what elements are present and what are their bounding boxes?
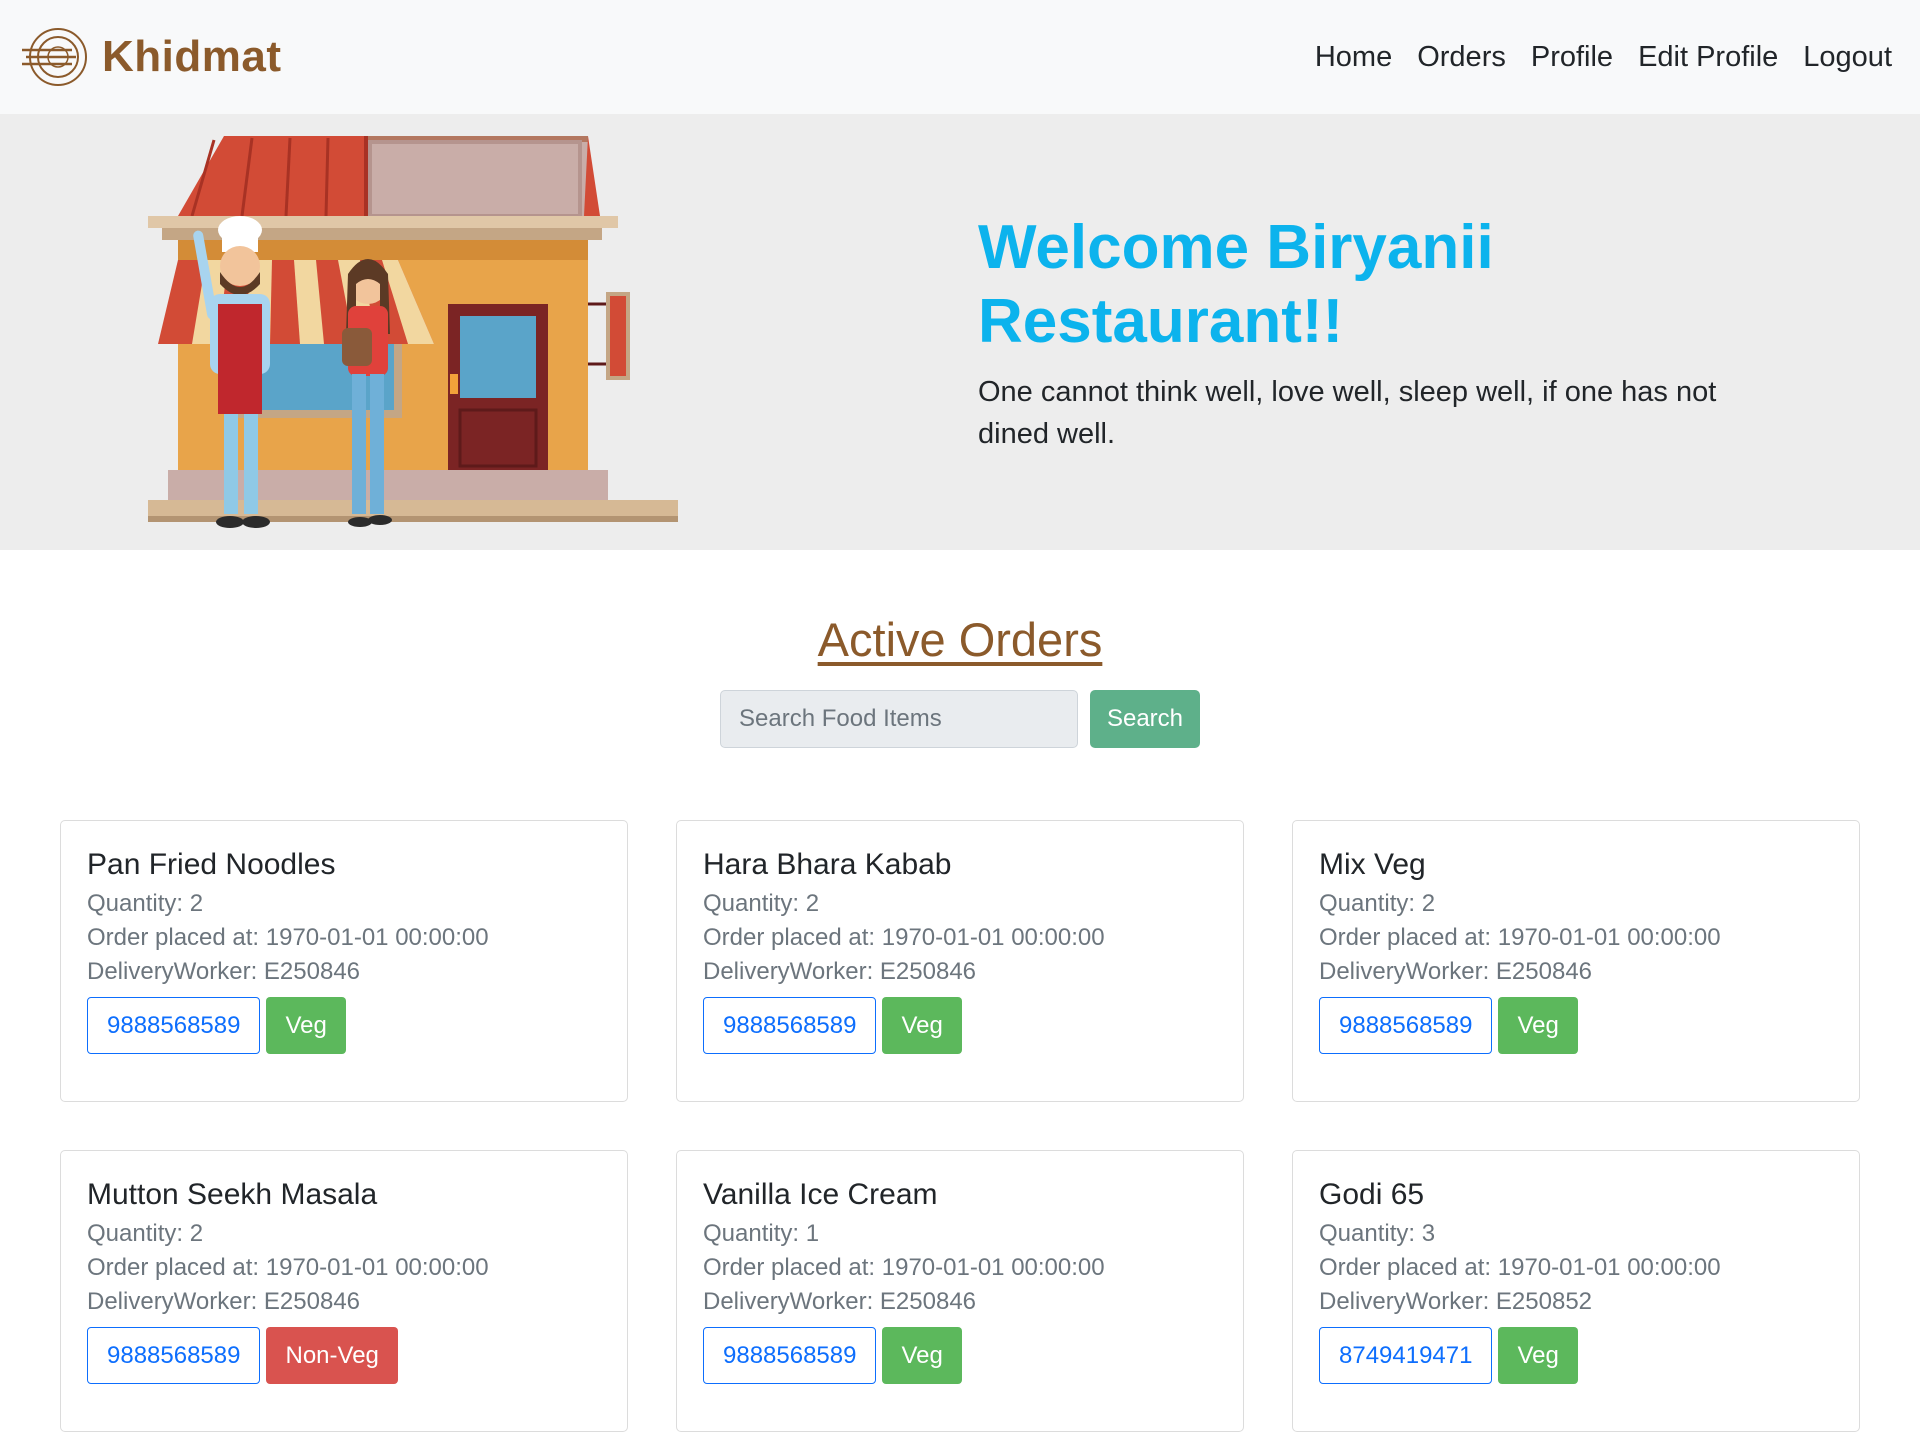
- active-orders-title: Active Orders: [817, 613, 1103, 666]
- order-quantity: Quantity: 1: [703, 1220, 820, 1247]
- order-card: Mutton Seekh Masala Quantity: 2 Order pl…: [60, 1150, 628, 1432]
- order-item-name: Pan Fried Noodles: [87, 848, 336, 881]
- order-quantity: Quantity: 2: [87, 1220, 204, 1247]
- order-placed-at: Order placed at: 1970-01-01 00:00:00: [87, 1254, 489, 1281]
- order-item-name: Mix Veg: [1319, 848, 1426, 881]
- nav-home[interactable]: Home: [1315, 38, 1392, 76]
- veg-badge-button[interactable]: Veg: [266, 997, 346, 1054]
- veg-badge-button[interactable]: Veg: [882, 1327, 962, 1384]
- phone-button[interactable]: 9888568589: [1319, 997, 1493, 1054]
- order-quantity: Quantity: 2: [87, 890, 204, 917]
- search-bar: Search: [720, 690, 1200, 748]
- order-item-name: Vanilla Ice Cream: [703, 1178, 938, 1211]
- restaurant-logo-icon: [22, 28, 87, 86]
- order-actions: 9888568589 Non-Veg: [87, 1327, 601, 1384]
- order-placed-at: Order placed at: 1970-01-01 00:00:00: [1319, 1254, 1721, 1281]
- order-card: Pan Fried Noodles Quantity: 2 Order plac…: [60, 820, 628, 1102]
- order-card: Godi 65 Quantity: 3 Order placed at: 197…: [1292, 1150, 1860, 1432]
- phone-button[interactable]: 9888568589: [87, 1327, 261, 1384]
- nav-orders[interactable]: Orders: [1417, 38, 1506, 76]
- nav-edit-profile[interactable]: Edit Profile: [1638, 38, 1778, 76]
- order-card: Mix Veg Quantity: 2 Order placed at: 197…: [1292, 820, 1860, 1102]
- phone-button[interactable]: 9888568589: [703, 997, 877, 1054]
- nav-profile[interactable]: Profile: [1531, 38, 1613, 76]
- nav-links: Home Orders Profile Edit Profile Logout: [1290, 38, 1892, 76]
- phone-button[interactable]: 9888568589: [87, 997, 261, 1054]
- order-delivery-worker: DeliveryWorker: E250846: [87, 1288, 361, 1315]
- order-delivery-worker: DeliveryWorker: E250852: [1319, 1288, 1593, 1315]
- phone-button[interactable]: 9888568589: [703, 1327, 877, 1384]
- order-quantity: Quantity: 2: [703, 890, 820, 917]
- search-food-input[interactable]: [720, 690, 1078, 748]
- order-delivery-worker: DeliveryWorker: E250846: [87, 958, 361, 985]
- order-delivery-worker: DeliveryWorker: E250846: [703, 1288, 977, 1315]
- order-actions: 9888568589 Veg: [87, 997, 601, 1054]
- order-placed-at: Order placed at: 1970-01-01 00:00:00: [1319, 924, 1721, 951]
- veg-badge-button[interactable]: Veg: [1498, 1327, 1578, 1384]
- hero-text: Welcome Biryanii Restaurant!! One cannot…: [978, 211, 1718, 455]
- order-item-name: Godi 65: [1319, 1178, 1425, 1211]
- order-actions: 8749419471 Veg: [1319, 1327, 1833, 1384]
- order-quantity: Quantity: 2: [1319, 890, 1436, 917]
- order-quantity: Quantity: 3: [1319, 1220, 1436, 1247]
- order-actions: 9888568589 Veg: [1319, 997, 1833, 1054]
- active-orders-heading: Active Orders: [0, 612, 1920, 667]
- navbar: Khidmat Home Orders Profile Edit Profile…: [0, 0, 1920, 114]
- order-placed-at: Order placed at: 1970-01-01 00:00:00: [87, 924, 489, 951]
- order-actions: 9888568589 Veg: [703, 1327, 1217, 1384]
- welcome-title: Welcome Biryanii Restaurant!!: [978, 213, 1494, 356]
- non-veg-badge-button[interactable]: Non-Veg: [266, 1327, 398, 1384]
- restaurant-storefront-illustration: [148, 136, 678, 528]
- brand-name: Khidmat: [102, 32, 282, 81]
- nav-logout[interactable]: Logout: [1803, 38, 1892, 76]
- order-item-name: Hara Bhara Kabab: [703, 848, 952, 881]
- veg-badge-button[interactable]: Veg: [1498, 997, 1578, 1054]
- phone-button[interactable]: 8749419471: [1319, 1327, 1493, 1384]
- veg-badge-button[interactable]: Veg: [882, 997, 962, 1054]
- order-placed-at: Order placed at: 1970-01-01 00:00:00: [703, 924, 1105, 951]
- order-delivery-worker: DeliveryWorker: E250846: [703, 958, 977, 985]
- order-card: Vanilla Ice Cream Quantity: 1 Order plac…: [676, 1150, 1244, 1432]
- order-delivery-worker: DeliveryWorker: E250846: [1319, 958, 1593, 985]
- hero-banner: Welcome Biryanii Restaurant!! One cannot…: [0, 114, 1920, 550]
- order-placed-at: Order placed at: 1970-01-01 00:00:00: [703, 1254, 1105, 1281]
- search-button[interactable]: Search: [1090, 690, 1200, 748]
- hero-quote: One cannot think well, love well, sleep …: [978, 376, 1717, 450]
- brand[interactable]: Khidmat: [20, 26, 282, 88]
- order-item-name: Mutton Seekh Masala: [87, 1178, 378, 1211]
- order-card: Hara Bhara Kabab Quantity: 2 Order place…: [676, 820, 1244, 1102]
- order-actions: 9888568589 Veg: [703, 997, 1217, 1054]
